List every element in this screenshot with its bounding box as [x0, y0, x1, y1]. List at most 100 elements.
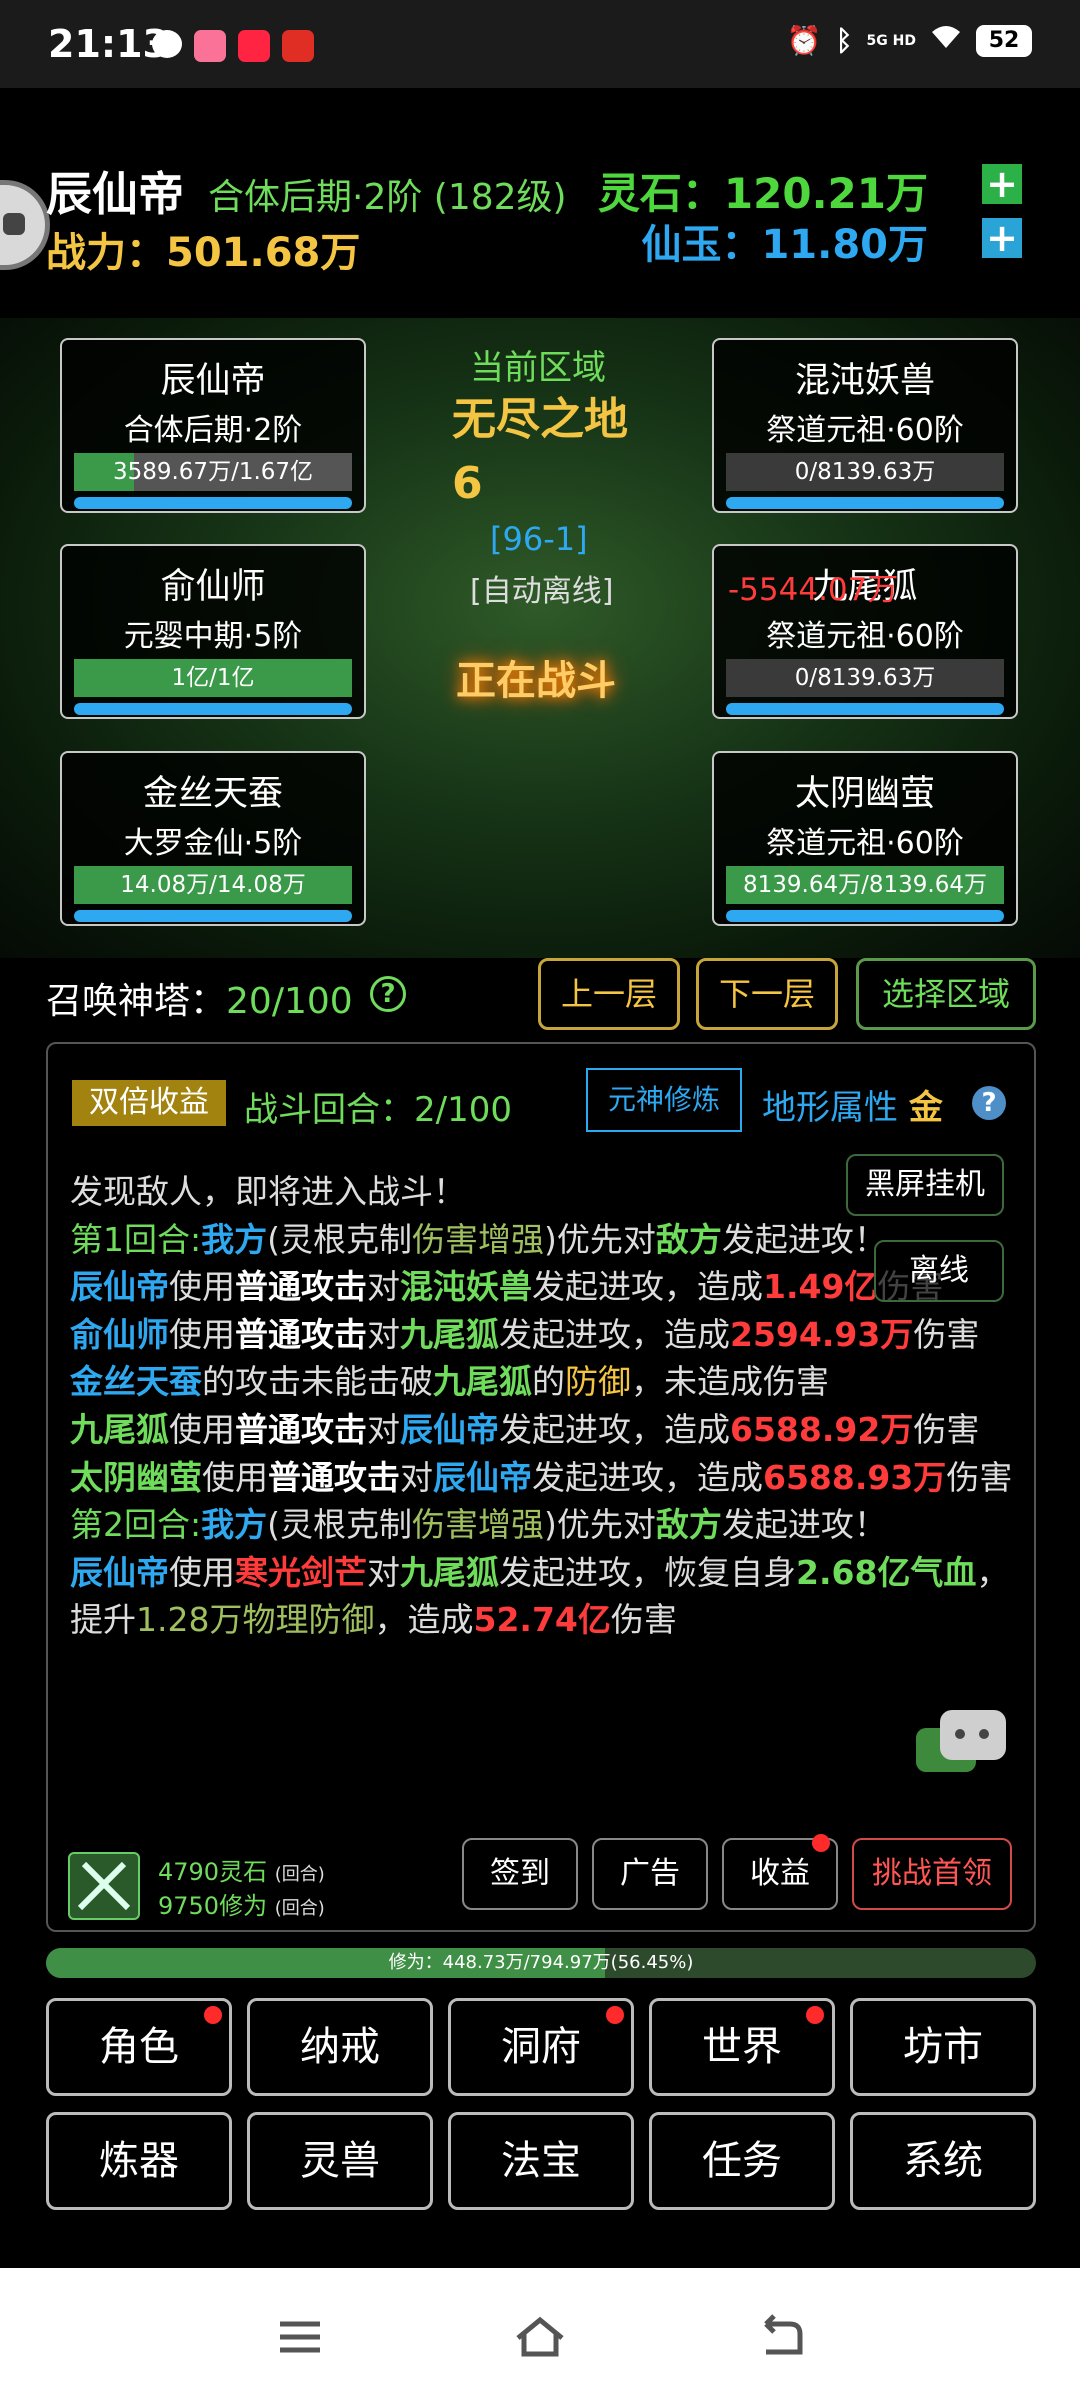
next-floor-button[interactable]: 下一层 [696, 958, 838, 1030]
nav-tasks[interactable]: 任务 [649, 2112, 835, 2210]
log-text: 发起进攻，造成 [532, 1267, 763, 1307]
log-text: 九尾狐 [433, 1362, 532, 1402]
enemy-card-3[interactable]: 太阴幽萤 祭道元祖·60阶 8139.64万/8139.64万 [712, 751, 1018, 926]
back-icon[interactable] [750, 2312, 810, 2362]
log-text: 对 [367, 1267, 400, 1307]
nav-market[interactable]: 坊市 [850, 1998, 1036, 2096]
lingshi-label: 灵石： [597, 169, 724, 218]
mana-bar [726, 703, 1004, 715]
challenge-boss-button[interactable]: 挑战首领 [852, 1838, 1012, 1910]
log-text: 伤害 [913, 1314, 980, 1354]
battle-log-panel: 双倍收益 战斗回合：2/100 元神修炼 地形属性 金 ? 发现敌人，即将进入战… [46, 1042, 1036, 1932]
log-text: 敌方 [655, 1219, 722, 1259]
yuanshen-training-button[interactable]: 元神修炼 [586, 1068, 742, 1132]
add-xianyu-button[interactable]: + [982, 218, 1022, 258]
log-text: )优先对 [544, 1505, 656, 1545]
signin-button[interactable]: 签到 [462, 1838, 578, 1910]
battery-indicator: 52 [976, 24, 1032, 57]
unit-realm: 祭道元祖·60阶 [766, 413, 964, 448]
log-text: )优先对 [544, 1219, 656, 1259]
power-stat: 战力：501.68万 [46, 220, 360, 278]
power-label: 战力： [46, 230, 166, 276]
log-text: 金丝天蚕 [70, 1362, 202, 1402]
log-text: 2594.93万 [730, 1314, 914, 1354]
terrain-label: 地形属性 [762, 1088, 898, 1128]
unit-realm: 祭道元祖·60阶 [766, 826, 964, 861]
log-text: 辰仙帝 [400, 1409, 499, 1449]
terrain-help-icon[interactable]: ? [972, 1086, 1006, 1120]
hp-text: 1亿/1亿 [171, 665, 255, 691]
log-text: 的攻击未能击破 [202, 1362, 433, 1402]
log-text: 使用 [169, 1552, 235, 1592]
log-text: 6588.93万 [763, 1457, 947, 1497]
nav-forge[interactable]: 炼器 [46, 2112, 232, 2210]
blackscreen-idle-button[interactable]: 黑屏挂机 [846, 1154, 1004, 1216]
log-text: 使用 [169, 1267, 235, 1307]
per-round-label: (回合) [274, 1864, 325, 1885]
log-text: 1.49亿 [763, 1267, 878, 1307]
log-text: 发现敌人，即将进入战斗！ [70, 1172, 466, 1211]
mana-bar [74, 910, 352, 922]
round-label: 战斗回合： [244, 1090, 414, 1130]
chat-bubble-icon[interactable] [914, 1708, 1010, 1784]
log-text: 使用 [202, 1457, 268, 1497]
log-text: 辰仙帝 [70, 1552, 169, 1592]
nav-spirit-beast[interactable]: 灵兽 [247, 2112, 433, 2210]
hp-text: 3589.67万/1.67亿 [112, 459, 314, 485]
unit-realm: 祭道元祖·60阶 [766, 619, 964, 654]
notification-dot [806, 2006, 824, 2024]
ad-button[interactable]: 广告 [592, 1838, 708, 1910]
sword-reward-icon [68, 1852, 140, 1920]
log-text: 52.74亿 [473, 1600, 611, 1640]
clock: 21:13 [48, 22, 169, 66]
unit-name: 混沌妖兽 [794, 361, 935, 401]
nav-treasure[interactable]: 法宝 [448, 2112, 634, 2210]
unit-realm: 大罗金仙·5阶 [123, 826, 303, 861]
pinduoduo-icon [282, 30, 314, 62]
log-text: 敌方 [655, 1505, 722, 1545]
nav-storage-ring[interactable]: 纳戒 [247, 1998, 433, 2096]
ally-card-2[interactable]: 俞仙师 元婴中期·5阶 1亿/1亿 [60, 544, 366, 719]
log-text: 伤害 [913, 1409, 980, 1449]
zone-label: 当前区域 [470, 348, 606, 388]
damage-popup: -5544.07万 [728, 572, 899, 608]
offline-button[interactable]: 离线 [874, 1240, 1004, 1302]
log-text: 对 [367, 1409, 400, 1449]
enemy-card-1[interactable]: 混沌妖兽 祭道元祖·60阶 0/8139.63万 [712, 338, 1018, 513]
nav-system[interactable]: 系统 [850, 2112, 1036, 2210]
log-text: 普通攻击 [268, 1457, 400, 1497]
reward-xiuwei-value: 9750修为 [158, 1892, 268, 1920]
log-line: 俞仙师使用普通攻击对九尾狐发起进攻，造成2594.93万伤害 [70, 1311, 1020, 1359]
mana-bar [726, 910, 1004, 922]
ally-card-1[interactable]: 辰仙帝 合体后期·2阶 3589.67万/1.67亿 [60, 338, 366, 513]
add-lingshi-button[interactable]: + [982, 164, 1022, 204]
menu-icon[interactable] [270, 2312, 330, 2362]
prev-floor-button[interactable]: 上一层 [538, 958, 680, 1030]
log-text: 我方 [201, 1505, 268, 1545]
home-icon[interactable] [510, 2312, 570, 2362]
floating-assist-button[interactable] [0, 180, 50, 270]
tower-help-icon[interactable]: ? [370, 976, 406, 1012]
log-line: 第2回合:我方(灵根克制伤害增强)优先对敌方发起进攻！ [70, 1501, 1020, 1549]
summon-tower: 召唤神塔：20/100 [46, 972, 353, 1024]
signal-icon: 5G HD [866, 32, 916, 49]
unit-name: 辰仙帝 [160, 361, 266, 401]
tower-value: 20/100 [226, 981, 353, 1022]
mana-bar [726, 497, 1004, 509]
hp-bar: 0/8139.63万 [726, 659, 1004, 697]
select-zone-button[interactable]: 选择区域 [856, 958, 1036, 1030]
system-navigation-bar [0, 2268, 1080, 2400]
log-text: 太阴幽萤 [70, 1457, 202, 1497]
log-text: 使用 [169, 1409, 235, 1449]
ally-card-3[interactable]: 金丝天蚕 大罗金仙·5阶 14.08万/14.08万 [60, 751, 366, 926]
log-text: 俞仙师 [70, 1314, 169, 1354]
log-text: 伤害增强 [412, 1505, 544, 1545]
hp-text: 8139.64万/8139.64万 [743, 872, 987, 898]
chat-icon [152, 30, 182, 58]
log-text: 发起进攻，造成 [499, 1314, 730, 1354]
double-reward-badge: 双倍收益 [72, 1080, 226, 1126]
notification-icons [152, 30, 314, 62]
log-text: 第1回合: [70, 1219, 202, 1259]
unit-realm: 合体后期·2阶 [123, 413, 303, 448]
player-name: 辰仙帝 [46, 167, 184, 221]
